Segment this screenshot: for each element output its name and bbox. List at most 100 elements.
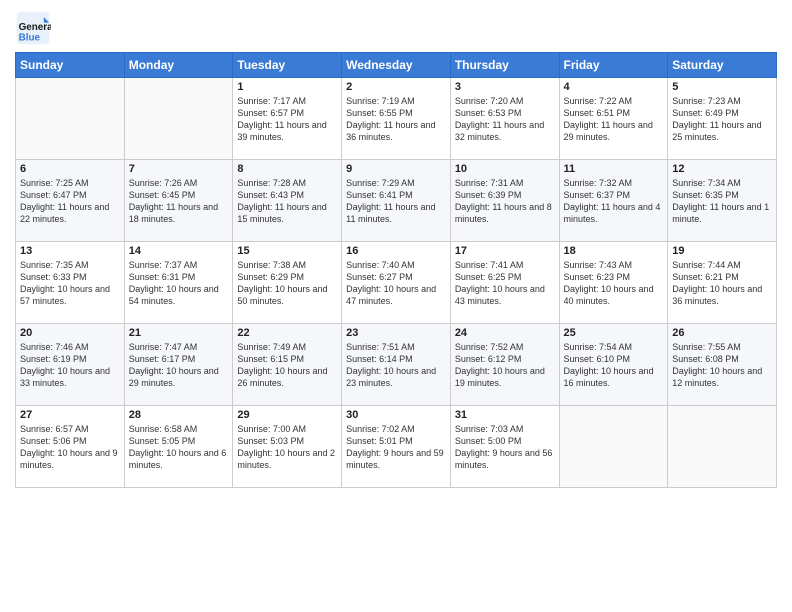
calendar-cell: 7 Sunrise: 7:26 AMSunset: 6:45 PMDaylight…: [124, 160, 233, 242]
cell-content: Sunrise: 7:29 AMSunset: 6:41 PMDaylight:…: [346, 177, 446, 226]
day-number: 28: [129, 409, 229, 421]
cell-content: Sunrise: 7:22 AMSunset: 6:51 PMDaylight:…: [564, 95, 664, 144]
cell-content: Sunrise: 7:31 AMSunset: 6:39 PMDaylight:…: [455, 177, 555, 226]
day-number: 1: [237, 81, 337, 93]
cell-content: Sunrise: 7:00 AMSunset: 5:03 PMDaylight:…: [237, 423, 337, 472]
day-number: 13: [20, 245, 120, 257]
day-number: 12: [672, 163, 772, 175]
day-number: 20: [20, 327, 120, 339]
calendar-cell: 9Sunrise: 7:29 AMSunset: 6:41 PMDaylight…: [342, 160, 451, 242]
day-number: 21: [129, 327, 229, 339]
cell-content: Sunrise: 7:49 AMSunset: 6:15 PMDaylight:…: [237, 341, 337, 390]
cell-content: Sunrise: 7:32 AMSunset: 6:37 PMDaylight:…: [564, 177, 664, 226]
cell-content: Sunrise: 7:28 AMSunset: 6:43 PMDaylight:…: [237, 177, 337, 226]
day-number: 18: [564, 245, 664, 257]
day-header-friday: Friday: [559, 53, 668, 78]
calendar-cell: 14 Sunrise: 7:37 AMSunset: 6:31 PMDayligh…: [124, 242, 233, 324]
header: General Blue: [15, 10, 777, 46]
cell-content: Sunrise: 7:35 AMSunset: 6:33 PMDaylight:…: [20, 259, 120, 308]
cell-content: Sunrise: 6:58 AMSunset: 5:05 PMDaylight:…: [129, 423, 229, 472]
calendar-cell: [668, 406, 777, 488]
cell-content: Sunrise: 7:52 AMSunset: 6:12 PMDaylight:…: [455, 341, 555, 390]
cell-content: Sunrise: 7:03 AMSunset: 5:00 PMDaylight:…: [455, 423, 555, 472]
svg-text:Blue: Blue: [19, 33, 41, 44]
calendar-cell: 16 Sunrise: 7:40 AMSunset: 6:27 PMDayligh…: [342, 242, 451, 324]
calendar-cell: 6 Sunrise: 7:25 AMSunset: 6:47 PMDaylight…: [16, 160, 125, 242]
day-number: 26: [672, 327, 772, 339]
calendar-cell: 17 Sunrise: 7:41 AMSunset: 6:25 PMDayligh…: [450, 242, 559, 324]
calendar-cell: 19Sunrise: 7:44 AMSunset: 6:21 PMDayligh…: [668, 242, 777, 324]
calendar-cell: 29Sunrise: 7:00 AMSunset: 5:03 PMDayligh…: [233, 406, 342, 488]
calendar-cell: 18 Sunrise: 7:43 AMSunset: 6:23 PMDayligh…: [559, 242, 668, 324]
day-header-thursday: Thursday: [450, 53, 559, 78]
cell-content: Sunrise: 7:26 AMSunset: 6:45 PMDaylight:…: [129, 177, 229, 226]
day-number: 7: [129, 163, 229, 175]
calendar-table: SundayMondayTuesdayWednesdayThursdayFrid…: [15, 52, 777, 488]
day-number: 10: [455, 163, 555, 175]
calendar-cell: 26 Sunrise: 7:55 AMSunset: 6:08 PMDayligh…: [668, 324, 777, 406]
calendar-cell: 15Sunrise: 7:38 AMSunset: 6:29 PMDayligh…: [233, 242, 342, 324]
cell-content: Sunrise: 7:54 AMSunset: 6:10 PMDaylight:…: [564, 341, 664, 390]
day-number: 11: [564, 163, 664, 175]
calendar-cell: 23 Sunrise: 7:51 AMSunset: 6:14 PMDayligh…: [342, 324, 451, 406]
day-number: 16: [346, 245, 446, 257]
day-number: 14: [129, 245, 229, 257]
calendar-cell: 5 Sunrise: 7:23 AMSunset: 6:49 PMDaylight…: [668, 78, 777, 160]
cell-content: Sunrise: 7:47 AMSunset: 6:17 PMDaylight:…: [129, 341, 229, 390]
day-number: 30: [346, 409, 446, 421]
day-number: 24: [455, 327, 555, 339]
day-number: 5: [672, 81, 772, 93]
day-number: 2: [346, 81, 446, 93]
week-row-1: 6 Sunrise: 7:25 AMSunset: 6:47 PMDaylight…: [16, 160, 777, 242]
cell-content: Sunrise: 7:55 AMSunset: 6:08 PMDaylight:…: [672, 341, 772, 390]
cell-content: Sunrise: 7:17 AMSunset: 6:57 PMDaylight:…: [237, 95, 337, 144]
calendar-cell: 25 Sunrise: 7:54 AMSunset: 6:10 PMDayligh…: [559, 324, 668, 406]
cell-content: Sunrise: 7:43 AMSunset: 6:23 PMDaylight:…: [564, 259, 664, 308]
day-header-sunday: Sunday: [16, 53, 125, 78]
day-number: 22: [237, 327, 337, 339]
week-row-0: 1 Sunrise: 7:17 AMSunset: 6:57 PMDaylight…: [16, 78, 777, 160]
header-row: SundayMondayTuesdayWednesdayThursdayFrid…: [16, 53, 777, 78]
calendar-cell: [124, 78, 233, 160]
day-number: 17: [455, 245, 555, 257]
cell-content: Sunrise: 7:40 AMSunset: 6:27 PMDaylight:…: [346, 259, 446, 308]
cell-content: Sunrise: 6:57 AMSunset: 5:06 PMDaylight:…: [20, 423, 120, 472]
calendar-cell: 1 Sunrise: 7:17 AMSunset: 6:57 PMDaylight…: [233, 78, 342, 160]
calendar-cell: 13 Sunrise: 7:35 AMSunset: 6:33 PMDayligh…: [16, 242, 125, 324]
day-number: 6: [20, 163, 120, 175]
cell-content: Sunrise: 7:44 AMSunset: 6:21 PMDaylight:…: [672, 259, 772, 308]
cell-content: Sunrise: 7:51 AMSunset: 6:14 PMDaylight:…: [346, 341, 446, 390]
cell-content: Sunrise: 7:25 AMSunset: 6:47 PMDaylight:…: [20, 177, 120, 226]
day-number: 4: [564, 81, 664, 93]
calendar-cell: 10 Sunrise: 7:31 AMSunset: 6:39 PMDayligh…: [450, 160, 559, 242]
cell-content: Sunrise: 7:02 AMSunset: 5:01 PMDaylight:…: [346, 423, 446, 472]
day-number: 15: [237, 245, 337, 257]
day-number: 25: [564, 327, 664, 339]
calendar-cell: 24 Sunrise: 7:52 AMSunset: 6:12 PMDayligh…: [450, 324, 559, 406]
calendar-cell: 20Sunrise: 7:46 AMSunset: 6:19 PMDayligh…: [16, 324, 125, 406]
day-number: 3: [455, 81, 555, 93]
calendar-cell: 21 Sunrise: 7:47 AMSunset: 6:17 PMDayligh…: [124, 324, 233, 406]
cell-content: Sunrise: 7:37 AMSunset: 6:31 PMDaylight:…: [129, 259, 229, 308]
svg-text:General: General: [19, 22, 51, 33]
day-header-saturday: Saturday: [668, 53, 777, 78]
day-number: 8: [237, 163, 337, 175]
calendar-cell: 8 Sunrise: 7:28 AMSunset: 6:43 PMDaylight…: [233, 160, 342, 242]
day-number: 31: [455, 409, 555, 421]
calendar-cell: 22 Sunrise: 7:49 AMSunset: 6:15 PMDayligh…: [233, 324, 342, 406]
calendar-cell: 27Sunrise: 6:57 AMSunset: 5:06 PMDayligh…: [16, 406, 125, 488]
day-header-monday: Monday: [124, 53, 233, 78]
cell-content: Sunrise: 7:23 AMSunset: 6:49 PMDaylight:…: [672, 95, 772, 144]
calendar-cell: 31 Sunrise: 7:03 AMSunset: 5:00 PMDayligh…: [450, 406, 559, 488]
cell-content: Sunrise: 7:34 AMSunset: 6:35 PMDaylight:…: [672, 177, 772, 226]
day-number: 23: [346, 327, 446, 339]
day-header-tuesday: Tuesday: [233, 53, 342, 78]
cell-content: Sunrise: 7:20 AMSunset: 6:53 PMDaylight:…: [455, 95, 555, 144]
calendar-cell: 3 Sunrise: 7:20 AMSunset: 6:53 PMDaylight…: [450, 78, 559, 160]
week-row-2: 13 Sunrise: 7:35 AMSunset: 6:33 PMDayligh…: [16, 242, 777, 324]
cell-content: Sunrise: 7:41 AMSunset: 6:25 PMDaylight:…: [455, 259, 555, 308]
calendar-cell: 28 Sunrise: 6:58 AMSunset: 5:05 PMDayligh…: [124, 406, 233, 488]
week-row-4: 27Sunrise: 6:57 AMSunset: 5:06 PMDayligh…: [16, 406, 777, 488]
week-row-3: 20Sunrise: 7:46 AMSunset: 6:19 PMDayligh…: [16, 324, 777, 406]
day-header-wednesday: Wednesday: [342, 53, 451, 78]
